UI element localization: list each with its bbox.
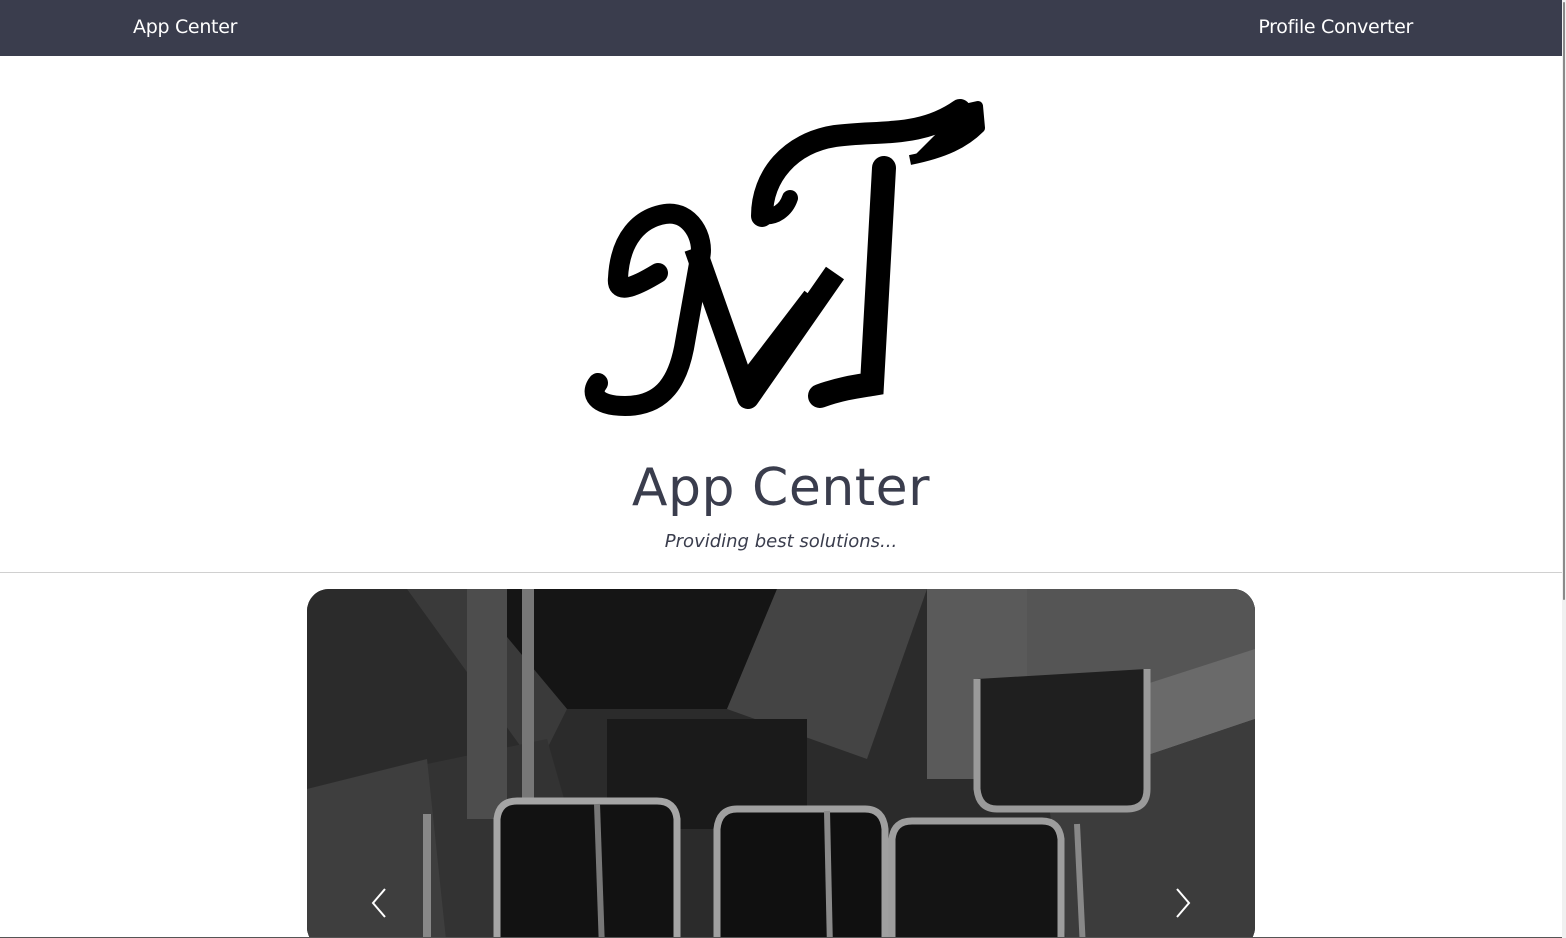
carousel-prev-button[interactable] [367, 885, 391, 921]
mt-monogram-logo [584, 99, 985, 416]
page-title: App Center [631, 458, 931, 518]
page-subtitle: Providing best solutions... [664, 531, 898, 552]
scrollbar-thumb[interactable] [1563, 2, 1565, 600]
vertical-scrollbar[interactable] [1562, 0, 1566, 938]
chevron-right-icon [1176, 888, 1191, 918]
image-carousel [307, 589, 1255, 938]
chevron-left-icon [371, 888, 386, 918]
carousel-next-button[interactable] [1171, 885, 1195, 921]
nav-profile-converter-link[interactable]: Profile Converter [1258, 16, 1413, 38]
top-navbar: App Center Profile Converter [0, 0, 1562, 56]
nav-brand-link[interactable]: App Center [133, 16, 237, 38]
steel-profiles-photo [307, 589, 1255, 938]
section-divider [0, 572, 1562, 573]
